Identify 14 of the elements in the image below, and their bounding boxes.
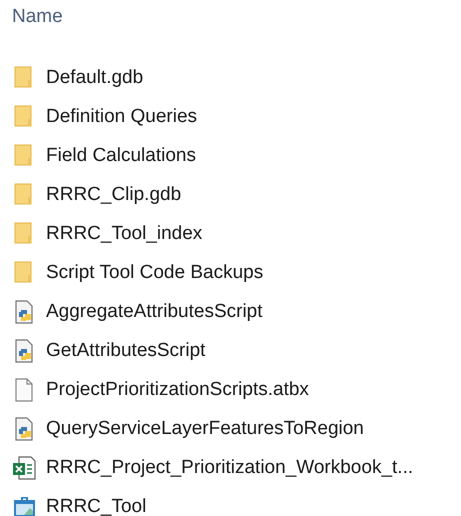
spreadsheet-icon: [12, 454, 37, 480]
file-name[interactable]: Script Tool Code Backups: [46, 262, 264, 284]
file-name[interactable]: Field Calculations: [46, 144, 196, 166]
file-name[interactable]: ProjectPrioritizationScripts.atbx: [46, 378, 309, 400]
file-name[interactable]: RRRC_Clip.gdb: [46, 184, 182, 206]
file-name[interactable]: GetAttributesScript: [46, 340, 206, 362]
file-name[interactable]: RRRC_Tool: [46, 496, 146, 516]
file-name[interactable]: RRRC_Project_Prioritization_Workbook_t...: [46, 456, 414, 478]
file-name[interactable]: Default.gdb: [46, 66, 144, 88]
file-name[interactable]: QueryServiceLayerFeaturesToRegion: [46, 418, 364, 440]
file-name[interactable]: RRRC_Tool_index: [46, 222, 202, 244]
file-name[interactable]: Definition Queries: [46, 106, 198, 128]
file-name[interactable]: AggregateAttributesScript: [46, 300, 263, 322]
column-header[interactable]: Name: [12, 6, 63, 27]
